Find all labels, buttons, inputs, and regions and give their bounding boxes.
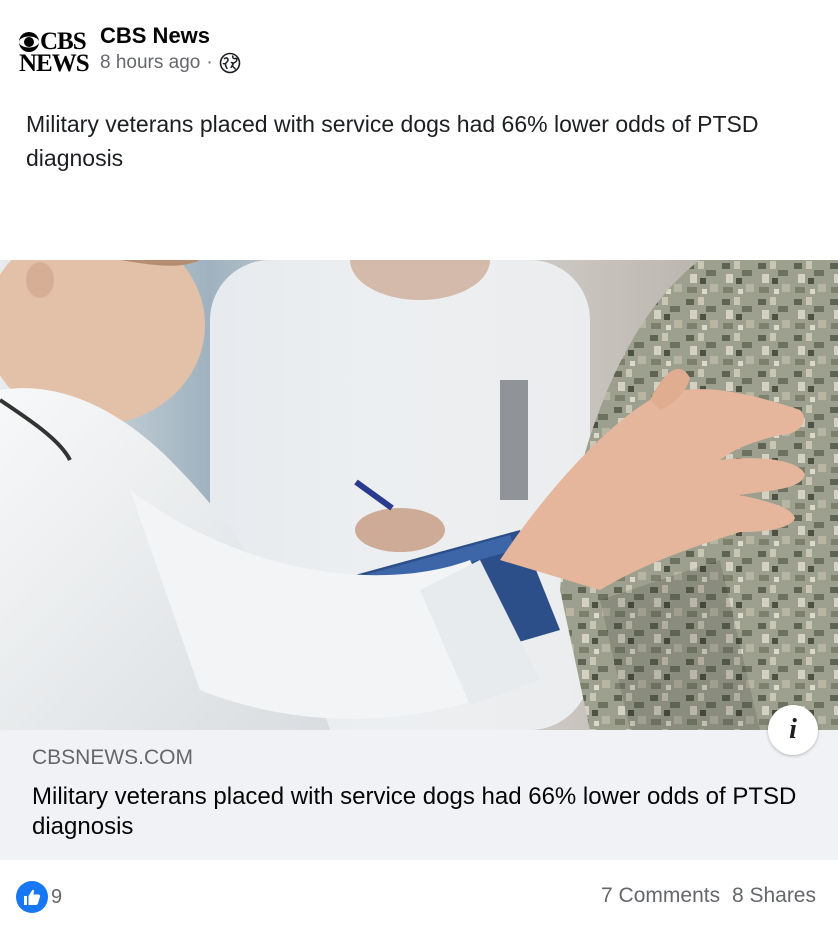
post-footer: 9 7 Comments 8 Shares	[0, 862, 838, 930]
logo-text-news: NEWS	[19, 50, 90, 77]
shares-count-link[interactable]: 8 Shares	[732, 884, 816, 907]
meta-separator: ·	[206, 52, 213, 73]
link-domain: CBSNEWS.COM	[32, 746, 194, 769]
reactions-summary[interactable]: 9	[16, 881, 62, 913]
link-preview[interactable]: CBSNEWS.COM Military veterans placed wit…	[0, 730, 838, 860]
post-message: Military veterans placed with service do…	[26, 111, 759, 171]
post-timestamp[interactable]: 8 hours ago	[100, 50, 200, 76]
info-button[interactable]: i	[768, 705, 818, 755]
link-title[interactable]: Military veterans placed with service do…	[32, 782, 802, 842]
like-icon	[16, 881, 48, 913]
post-meta: CBS News 8 hours ago ·	[100, 22, 241, 76]
article-photo-illustration	[0, 260, 838, 730]
comments-count-link[interactable]: 7 Comments	[601, 884, 720, 907]
post-time-row: 8 hours ago ·	[100, 50, 241, 76]
globe-icon	[219, 52, 240, 74]
cbs-news-logo[interactable]: CBS NEWS	[18, 28, 90, 78]
post-header: CBS NEWS CBS News 8 hours ago ·	[18, 22, 241, 78]
engagement-stats: 7 Comments 8 Shares	[595, 884, 816, 908]
article-photo[interactable]	[0, 260, 838, 730]
reaction-count: 9	[51, 885, 63, 908]
page-name-link[interactable]: CBS News	[100, 22, 241, 50]
